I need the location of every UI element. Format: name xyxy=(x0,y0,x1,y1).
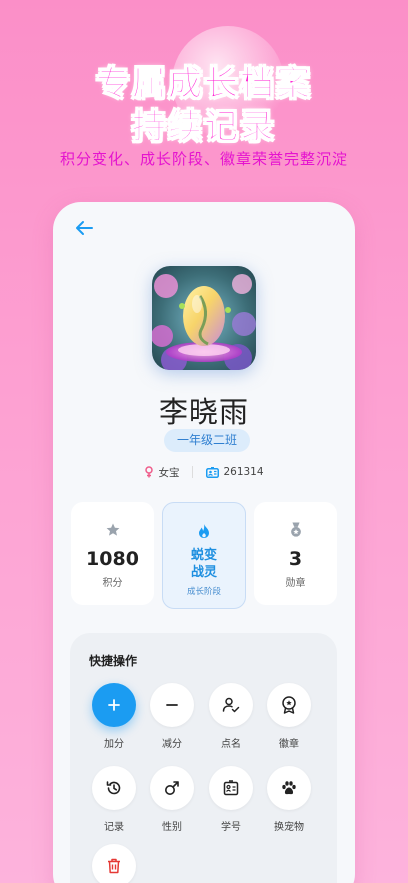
gender-button[interactable]: 性别 xyxy=(142,766,202,833)
delete-button[interactable] xyxy=(84,844,144,883)
student-meta-row: 女宝 261314 xyxy=(53,464,355,480)
minus-icon xyxy=(166,704,178,706)
id-card-icon xyxy=(223,780,239,796)
points-value: 1080 xyxy=(86,548,139,570)
promo-title-line2: 持续记录 xyxy=(132,107,276,148)
badge-label: 徽章 xyxy=(279,739,299,750)
id-card-icon xyxy=(206,466,220,478)
badge-circle[interactable] xyxy=(267,683,311,727)
class-badge: 一年级二班 xyxy=(164,429,250,452)
gender-label: 性别 xyxy=(162,822,182,833)
history-icon xyxy=(106,781,121,795)
flame-icon xyxy=(199,524,209,538)
star-icon xyxy=(106,523,119,536)
subtract-points-label: 减分 xyxy=(162,739,182,750)
add-points-button[interactable]: 加分 xyxy=(84,683,144,750)
male-icon xyxy=(165,781,179,795)
roll-call-label: 点名 xyxy=(221,739,241,750)
points-label: 积分 xyxy=(102,578,123,589)
points-card[interactable]: 1080 积分 xyxy=(71,502,154,605)
gender-info: 女宝 xyxy=(144,465,179,480)
quick-actions-title: 快捷操作 xyxy=(89,654,138,668)
gender-circle[interactable] xyxy=(150,766,194,810)
gender-text: 女宝 xyxy=(158,466,180,479)
add-points-circle[interactable] xyxy=(92,683,136,727)
subtract-points-circle[interactable] xyxy=(150,683,194,727)
roll-call-circle[interactable] xyxy=(209,683,253,727)
student-id-text: 261314 xyxy=(223,466,264,478)
promo-subtitle: 积分变化、成长阶段、徽章荣誉完整沉淀 xyxy=(59,150,348,168)
change-pet-circle[interactable] xyxy=(267,766,311,810)
badges-value: 3 xyxy=(288,548,303,570)
student-id-button[interactable]: 学号 xyxy=(201,766,261,833)
add-points-label: 加分 xyxy=(104,739,124,750)
quick-actions-panel: 快捷操作 加分 减分 点名 徽章 记录 性别 学号 换宠物 xyxy=(70,633,337,883)
medal-icon xyxy=(290,522,301,537)
badge-icon xyxy=(282,696,296,714)
roll-call-icon xyxy=(222,697,240,713)
meta-divider xyxy=(192,466,194,478)
promo-title-line1: 专属成长档案 xyxy=(96,64,312,105)
paw-icon xyxy=(282,781,296,795)
history-button[interactable]: 记录 xyxy=(84,766,144,833)
stage-value-line1: 蜕变 xyxy=(190,548,217,563)
stage-value: 蜕变 战灵 xyxy=(191,547,217,581)
student-id-info: 261314 xyxy=(206,466,264,478)
phone-screen: 李晓雨 一年级二班 女宝 261314 1080 积分 蜕变 战灵 成长阶段 3… xyxy=(53,202,355,883)
change-pet-button[interactable]: 换宠物 xyxy=(259,766,319,833)
student-name: 李晓雨 xyxy=(158,395,249,429)
stage-value-line2: 战灵 xyxy=(190,565,217,580)
delete-circle[interactable] xyxy=(92,844,136,883)
subtract-points-button[interactable]: 减分 xyxy=(142,683,202,750)
pet-avatar[interactable] xyxy=(152,266,256,370)
growth-stage-card[interactable]: 蜕变 战灵 成长阶段 xyxy=(162,502,246,609)
badges-label: 勋章 xyxy=(285,578,306,589)
back-arrow-icon[interactable] xyxy=(73,218,95,238)
student-id-circle[interactable] xyxy=(209,766,253,810)
female-icon xyxy=(145,466,154,478)
stage-label: 成长阶段 xyxy=(186,587,221,597)
history-circle[interactable] xyxy=(92,766,136,810)
change-pet-label: 换宠物 xyxy=(274,822,304,833)
pet-egg-image xyxy=(152,266,256,370)
roll-call-button[interactable]: 点名 xyxy=(201,683,261,750)
badge-button[interactable]: 徽章 xyxy=(259,683,319,750)
plus-icon xyxy=(108,699,120,711)
student-id-label: 学号 xyxy=(221,822,241,833)
trash-icon xyxy=(108,858,120,874)
badges-card[interactable]: 3 勋章 xyxy=(254,502,337,605)
history-label: 记录 xyxy=(104,822,124,833)
